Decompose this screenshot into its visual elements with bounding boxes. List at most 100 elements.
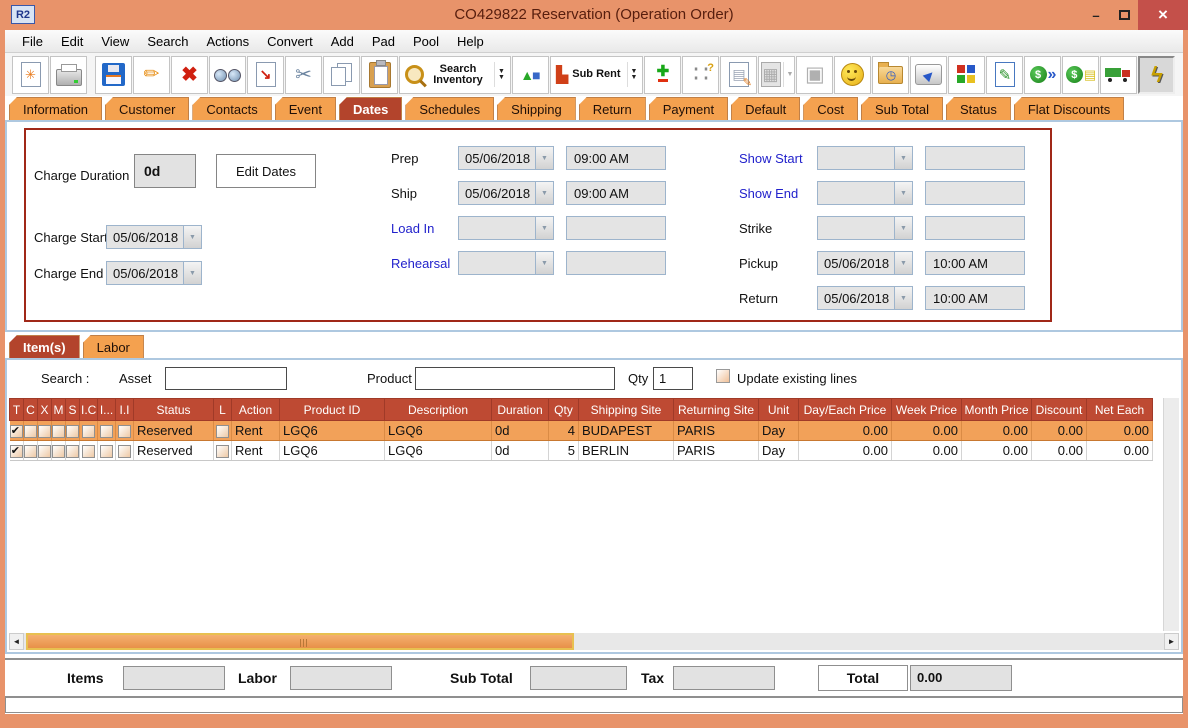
rehearsal-time-field[interactable] xyxy=(566,251,666,275)
return-date-combo[interactable]: 05/06/2018▼ xyxy=(817,286,913,310)
convert-button[interactable]: ▲■ xyxy=(512,56,549,94)
dropdown-arrow-icon[interactable]: ▼ xyxy=(894,217,912,239)
checkbox-x[interactable] xyxy=(38,445,51,458)
column-header[interactable]: Net Each xyxy=(1087,399,1153,421)
checkbox-t[interactable] xyxy=(10,425,23,438)
dropdown-arrow-icon[interactable]: ▼ xyxy=(535,147,553,169)
menu-item[interactable]: Convert xyxy=(258,32,322,51)
checkbox-i[interactable] xyxy=(100,445,113,458)
show-start-time-field[interactable] xyxy=(925,146,1025,170)
return-time-field[interactable]: 10:00 AM xyxy=(925,286,1025,310)
table-row[interactable]: Reserved Rent LGQ6 LGQ6 0d 5 BERLIN PARI… xyxy=(10,441,1153,461)
vertical-scrollbar[interactable] xyxy=(1163,398,1179,631)
column-header[interactable]: T xyxy=(10,399,24,421)
ship-date-combo[interactable]: 05/06/2018▼ xyxy=(458,181,554,205)
checkbox-ii[interactable] xyxy=(118,425,131,438)
charge-start-date-combo[interactable]: 05/06/2018 ▼ xyxy=(106,225,202,249)
column-header[interactable]: Week Price xyxy=(892,399,962,421)
checkbox-x[interactable] xyxy=(38,425,51,438)
dropdown-arrow-icon[interactable]: ▼ xyxy=(894,147,912,169)
column-header[interactable]: S xyxy=(66,399,80,421)
tab[interactable]: Information xyxy=(9,97,102,120)
minimize-button[interactable]: – xyxy=(1082,0,1110,30)
copy-to-button[interactable]: ↘ xyxy=(247,56,284,94)
checkbox-i[interactable] xyxy=(100,425,113,438)
invoice-button[interactable]: $▤ xyxy=(1062,56,1099,94)
column-header[interactable]: Action xyxy=(232,399,280,421)
horizontal-scrollbar[interactable]: ◄ ► xyxy=(9,633,1179,650)
edit-button[interactable]: ✏ xyxy=(133,56,170,94)
tab[interactable]: Item(s) xyxy=(9,335,80,358)
tab[interactable]: Contacts xyxy=(192,97,271,120)
horizontal-scrollbar-thumb[interactable] xyxy=(26,633,574,650)
pickup-date-combo[interactable]: 05/06/2018▼ xyxy=(817,251,913,275)
checkbox-l[interactable] xyxy=(216,425,229,438)
charge-end-date-combo[interactable]: 05/06/2018 ▼ xyxy=(106,261,202,285)
dropdown-arrow-icon[interactable]: ▼ xyxy=(535,217,553,239)
tab[interactable]: Default xyxy=(731,97,800,120)
tab[interactable]: Status xyxy=(946,97,1011,120)
dropdown-arrow-icon[interactable]: ▼ xyxy=(535,252,553,274)
menu-item[interactable]: View xyxy=(92,32,138,51)
cut-button[interactable]: ✂ xyxy=(285,56,322,94)
prep-date-combo[interactable]: 05/06/2018▼ xyxy=(458,146,554,170)
copy-button[interactable] xyxy=(323,56,360,94)
dropdown-arrow-icon[interactable]: ▼ xyxy=(535,182,553,204)
tab[interactable]: Payment xyxy=(649,97,728,120)
column-header[interactable]: L xyxy=(214,399,232,421)
delivery-button[interactable] xyxy=(1100,56,1137,94)
dropdown-arrow-icon[interactable]: ▼ xyxy=(894,182,912,204)
tab[interactable]: Labor xyxy=(83,335,144,358)
tab[interactable]: Customer xyxy=(105,97,189,120)
column-header[interactable]: Duration xyxy=(492,399,549,421)
menu-item[interactable]: Pad xyxy=(363,32,404,51)
show-end-time-field[interactable] xyxy=(925,181,1025,205)
tab[interactable]: Sub Total xyxy=(861,97,943,120)
folder-history-button[interactable]: ◷ xyxy=(872,56,909,94)
column-header[interactable]: I.C xyxy=(80,399,98,421)
memo-button[interactable]: ▤✎ xyxy=(720,56,757,94)
menu-item[interactable]: Search xyxy=(138,32,197,51)
dropdown-arrow-icon[interactable]: ▼ xyxy=(183,262,201,284)
menu-item[interactable]: Actions xyxy=(198,32,259,51)
checkbox-m[interactable] xyxy=(52,425,65,438)
checkbox-ic[interactable] xyxy=(82,445,95,458)
edit-dates-button[interactable]: Edit Dates xyxy=(216,154,316,188)
new-button[interactable]: ✳ xyxy=(12,56,49,94)
menu-item[interactable]: Pool xyxy=(404,32,448,51)
column-header[interactable]: Description xyxy=(385,399,492,421)
column-header[interactable]: Unit xyxy=(759,399,799,421)
rehearsal-link[interactable]: Rehearsal xyxy=(391,256,450,271)
menu-item[interactable]: Add xyxy=(322,32,363,51)
dropdown-arrow-icon[interactable]: ▼ xyxy=(183,226,201,248)
checkbox-c[interactable] xyxy=(24,425,37,438)
checkbox-t[interactable] xyxy=(10,445,23,458)
prep-time-field[interactable]: 09:00 AM xyxy=(566,146,666,170)
dropdown-arrow-icon[interactable]: ▼ xyxy=(894,287,912,309)
asset-input[interactable] xyxy=(165,367,287,390)
tab[interactable]: Shipping xyxy=(497,97,576,120)
column-header[interactable]: M xyxy=(52,399,66,421)
edit-document-button[interactable]: ✎ xyxy=(986,56,1023,94)
update-existing-lines-checkbox[interactable] xyxy=(716,369,730,383)
smiley-button[interactable] xyxy=(834,56,871,94)
column-header[interactable]: Returning Site xyxy=(674,399,759,421)
tab[interactable]: Cost xyxy=(803,97,858,120)
checkbox-l[interactable] xyxy=(216,445,229,458)
column-header[interactable]: X xyxy=(38,399,52,421)
show-end-link[interactable]: Show End xyxy=(739,186,798,201)
column-header[interactable]: Status xyxy=(134,399,214,421)
search-inventory-button[interactable]: Search Inventory ▼▼ xyxy=(399,56,511,94)
column-header[interactable]: Shipping Site xyxy=(579,399,674,421)
scroll-right-icon[interactable]: ► xyxy=(1164,633,1179,650)
print-button[interactable] xyxy=(50,56,87,94)
scroll-left-icon[interactable]: ◄ xyxy=(9,633,24,650)
show-start-date-combo[interactable]: ▼ xyxy=(817,146,913,170)
show-end-date-combo[interactable]: ▼ xyxy=(817,181,913,205)
lightning-button[interactable]: ϟ xyxy=(1138,56,1175,94)
checkbox-m[interactable] xyxy=(52,445,65,458)
search-inventory-dropdown[interactable]: ▼▼ xyxy=(494,62,505,87)
product-input[interactable] xyxy=(415,367,615,390)
column-header[interactable]: Product ID xyxy=(280,399,385,421)
tab[interactable]: Return xyxy=(579,97,646,120)
